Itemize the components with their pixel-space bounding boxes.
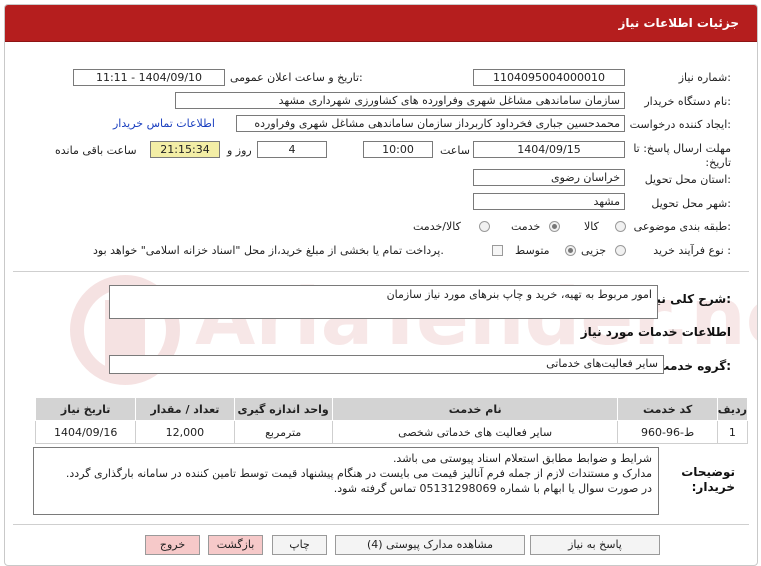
notes-label: توضیحات خریدار:	[681, 465, 735, 494]
col-quantity: تعداد / مقدار	[135, 397, 235, 421]
services-table: ردیف کد خدمت نام خدمت واحد اندازه گیری ت…	[34, 397, 749, 444]
col-service-code: کد خدمت	[617, 397, 718, 421]
creator-field: محمدحسین جباری فخرداود کاربرداز سازمان س…	[236, 115, 625, 132]
cell-unit: مترمربع	[233, 420, 333, 444]
need-details-panel: جزئیات اطلاعات نیاز AriaTender.net شماره…	[4, 4, 758, 566]
process-label: نوع فرآیند خرید :	[653, 244, 731, 257]
province-field: خراسان رضوی	[473, 169, 625, 186]
category-label: طبقه بندی موضوعی:	[633, 220, 731, 233]
time-label: ساعت	[440, 144, 470, 157]
divider	[13, 524, 749, 525]
buyer-org-field: سازمان ساماندهی مشاغل شهری وفراورده های …	[175, 92, 625, 109]
notes-line: در صورت سوال یا ابهام با شماره 051312980…	[333, 482, 652, 495]
category-radio-service[interactable]	[549, 221, 560, 232]
table-row: 1 ط-96-960 سایر فعالیت های خدماتی شخصی م…	[34, 420, 749, 444]
divider	[13, 271, 749, 272]
category-option-goods: کالا	[584, 220, 599, 233]
category-option-service: خدمت	[511, 220, 541, 233]
category-radio-goods[interactable]	[615, 221, 626, 232]
category-option-goods-service: کالا/خدمت	[413, 220, 461, 233]
notes-line: مدارک و مستندات لازم از جمله فرم آنالیز …	[65, 467, 652, 480]
city-label: شهر محل تحویل:	[651, 197, 731, 210]
process-option-medium: متوسط	[515, 244, 550, 257]
print-button[interactable]: چاپ	[272, 535, 327, 555]
province-label: استان محل تحویل:	[644, 173, 731, 186]
col-unit: واحد اندازه گیری	[233, 397, 333, 421]
services-heading: اطلاعات خدمات مورد نیاز	[580, 325, 731, 339]
notes-line: شرایط و ضوابط مطابق استعلام اسناد پیوستی…	[392, 452, 652, 465]
process-option-minor: جزیی	[581, 244, 607, 257]
notes-textarea: شرایط و ضوابط مطابق استعلام اسناد پیوستی…	[33, 447, 659, 515]
payment-note: پرداخت تمام یا بخشی از مبلغ خرید،از محل …	[93, 244, 444, 257]
col-row: ردیف	[716, 397, 749, 421]
remaining-time-field: 21:15:34	[150, 141, 220, 158]
exit-button[interactable]: خروج	[145, 535, 200, 555]
cell-service-name: سایر فعالیت های خدماتی شخصی	[331, 420, 619, 444]
service-group-field: سایر فعالیت‌های خدماتی	[109, 355, 664, 374]
cell-row: 1	[716, 420, 749, 444]
col-service-name: نام خدمت	[331, 397, 619, 421]
category-radio-goods-service[interactable]	[479, 221, 490, 232]
need-number-label: شماره نیاز:	[678, 71, 731, 84]
treasury-checkbox[interactable]	[492, 245, 503, 256]
title-bar: جزئیات اطلاعات نیاز	[5, 5, 757, 42]
deadline-time-field: 10:00	[363, 141, 433, 158]
cell-service-code: ط-96-960	[617, 420, 718, 444]
announce-field: 1404/09/10 - 11:11	[73, 69, 225, 86]
service-group-label: گروه خدمت:	[657, 359, 731, 373]
deadline-date-field: 1404/09/15	[473, 141, 625, 158]
process-radio-medium[interactable]	[565, 245, 576, 256]
page-title: جزئیات اطلاعات نیاز	[618, 16, 739, 30]
reply-button[interactable]: پاسخ به نیاز	[530, 535, 660, 555]
view-attachments-button[interactable]: مشاهده مدارک پیوستی (4)	[335, 535, 525, 555]
col-need-date: تاریخ نیاز	[34, 397, 137, 421]
remaining-label: ساعت باقی مانده	[55, 144, 137, 157]
deadline-label: مهلت ارسال پاسخ: تا تاریخ:	[633, 142, 731, 169]
announce-label: تاریخ و ساعت اعلان عمومی:	[230, 71, 363, 84]
cell-quantity: 12,000	[135, 420, 235, 444]
creator-label: ایجاد کننده درخواست:	[629, 118, 731, 131]
process-radio-minor[interactable]	[615, 245, 626, 256]
need-number-field: 1104095004000010	[473, 69, 625, 86]
cell-need-date: 1404/09/16	[34, 420, 137, 444]
days-label: روز و	[227, 144, 252, 157]
city-field: مشهد	[473, 193, 625, 210]
services-table-header: ردیف کد خدمت نام خدمت واحد اندازه گیری ت…	[34, 397, 749, 421]
back-button[interactable]: بازگشت	[208, 535, 263, 555]
days-field: 4	[257, 141, 327, 158]
buyer-contact-link[interactable]: اطلاعات تماس خریدار	[113, 117, 215, 130]
buyer-org-label: نام دستگاه خریدار:	[644, 95, 731, 108]
description-textarea: امور مربوط به تهیه، خرید و چاپ بنرهای مو…	[109, 285, 658, 319]
